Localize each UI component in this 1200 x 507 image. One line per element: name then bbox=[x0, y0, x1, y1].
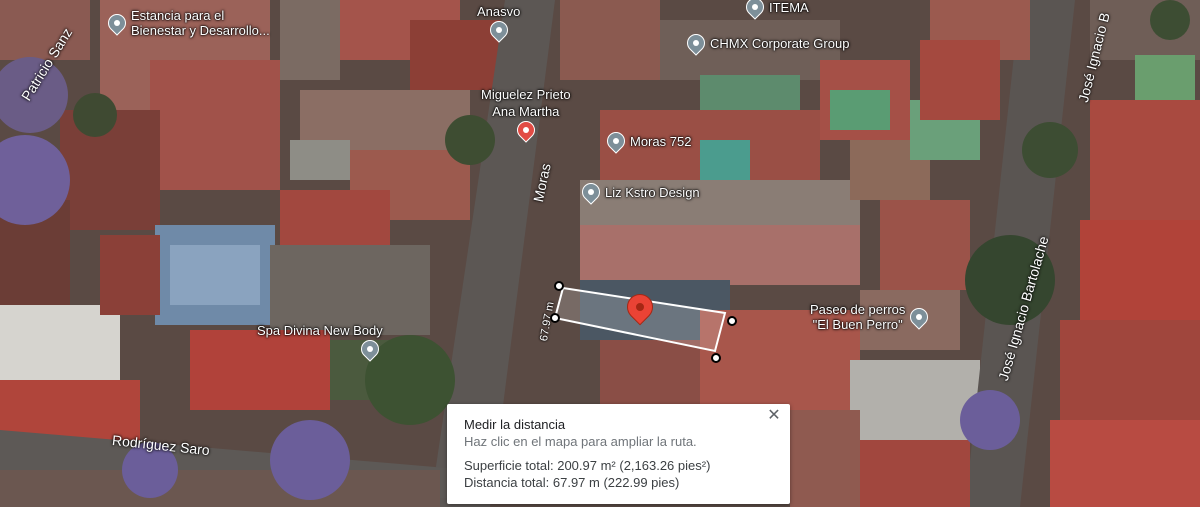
poi-label: Moras 752 bbox=[630, 133, 692, 149]
place-pin-icon bbox=[357, 336, 383, 362]
poi-spa-divina[interactable]: Spa Divina New Body bbox=[257, 323, 383, 362]
place-pin-icon bbox=[485, 17, 512, 43]
poi-label: Spa Divina New Body bbox=[257, 323, 383, 338]
poi-itema[interactable]: ITEMA bbox=[742, 0, 809, 20]
business-pin-icon bbox=[513, 117, 539, 143]
total-area: Superficie total: 200.97 m² (2,163.26 pi… bbox=[464, 458, 711, 473]
panel-hint: Haz clic en el mapa para ampliar la ruta… bbox=[464, 434, 697, 449]
poi-chmx-corporate[interactable]: CHMX Corporate Group bbox=[683, 30, 850, 56]
school-pin-icon bbox=[104, 10, 130, 36]
place-pin-icon bbox=[906, 304, 933, 330]
poi-paseo-de-perros[interactable]: Paseo de perros "El Buen Perro" bbox=[810, 302, 933, 332]
poi-liz-kstro-design[interactable]: Liz Kstro Design bbox=[578, 179, 700, 205]
poi-label: Bienestar y Desarrollo... bbox=[131, 23, 270, 38]
panel-title: Medir la distancia bbox=[464, 417, 566, 432]
poi-label: Miguelez Prieto bbox=[481, 87, 571, 102]
poi-label: CHMX Corporate Group bbox=[710, 35, 850, 51]
total-distance: Distancia total: 67.97 m (222.99 pies) bbox=[464, 475, 680, 490]
place-pin-icon bbox=[683, 30, 709, 56]
place-pin-icon bbox=[578, 179, 604, 205]
poi-label: ITEMA bbox=[769, 0, 809, 15]
measure-vertex-handle[interactable] bbox=[727, 316, 737, 326]
poi-estancia-bienestar[interactable]: Estancia para el Bienestar y Desarrollo.… bbox=[104, 8, 270, 38]
measure-vertex-handle[interactable] bbox=[711, 353, 721, 363]
poi-moras-752[interactable]: Moras 752 bbox=[603, 128, 692, 154]
poi-miguelez-prieto[interactable]: Miguelez Prieto Ana Martha bbox=[481, 87, 571, 143]
poi-label: Liz Kstro Design bbox=[605, 184, 700, 200]
satellite-map[interactable]: Estancia para el Bienestar y Desarrollo.… bbox=[0, 0, 1200, 507]
poi-anasvo[interactable]: Anasvo bbox=[477, 4, 521, 43]
measure-vertex-handle[interactable] bbox=[554, 281, 564, 291]
poi-label: Paseo de perros bbox=[810, 302, 906, 317]
poi-label: Ana Martha bbox=[492, 104, 560, 119]
poi-label: "El Buen Perro" bbox=[812, 317, 903, 332]
close-icon[interactable]: ✕ bbox=[764, 405, 784, 425]
place-pin-icon bbox=[603, 128, 629, 154]
poi-label: Estancia para el bbox=[131, 8, 225, 23]
measure-vertex-handle[interactable] bbox=[550, 313, 560, 323]
poi-label: Anasvo bbox=[477, 4, 521, 19]
measure-distance-panel: Medir la distancia Haz clic en el mapa p… bbox=[447, 404, 790, 504]
